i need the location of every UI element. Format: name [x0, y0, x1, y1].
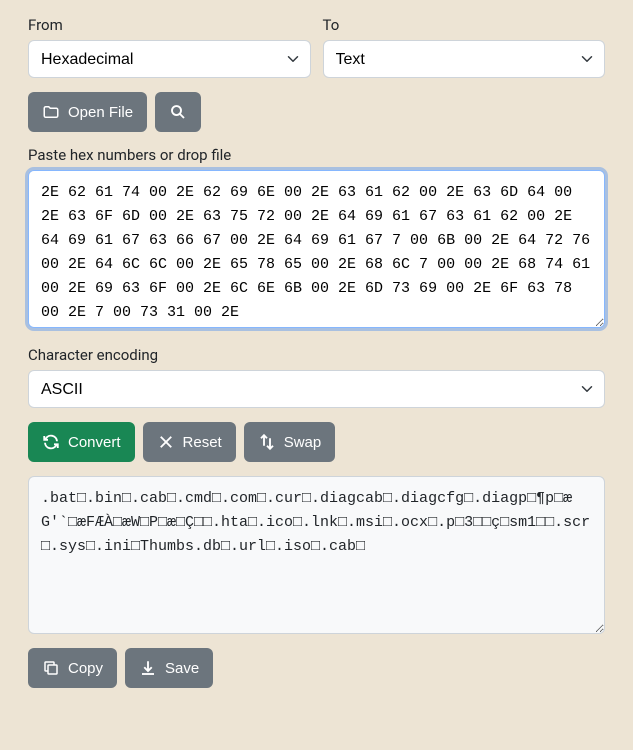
- swap-label: Swap: [284, 434, 322, 451]
- encoding-select[interactable]: ASCII: [28, 370, 605, 408]
- refresh-icon: [42, 433, 60, 451]
- from-select[interactable]: Hexadecimal: [28, 40, 311, 78]
- open-file-label: Open File: [68, 104, 133, 121]
- folder-icon: [42, 103, 60, 121]
- search-button[interactable]: [155, 92, 201, 132]
- search-icon: [169, 103, 187, 121]
- save-label: Save: [165, 660, 199, 677]
- convert-label: Convert: [68, 434, 121, 451]
- swap-button[interactable]: Swap: [244, 422, 336, 462]
- copy-icon: [42, 659, 60, 677]
- reset-label: Reset: [183, 434, 222, 451]
- save-button[interactable]: Save: [125, 648, 213, 688]
- to-select[interactable]: Text: [323, 40, 606, 78]
- from-label: From: [28, 16, 311, 34]
- output-area: .bat□.bin□.cab□.cmd□.com□.cur□.diagcab□.…: [28, 476, 605, 634]
- to-label: To: [323, 16, 606, 34]
- hex-input[interactable]: [28, 170, 605, 328]
- open-file-button[interactable]: Open File: [28, 92, 147, 132]
- download-icon: [139, 659, 157, 677]
- close-icon: [157, 433, 175, 451]
- input-label: Paste hex numbers or drop file: [28, 146, 605, 164]
- copy-label: Copy: [68, 660, 103, 677]
- convert-button[interactable]: Convert: [28, 422, 135, 462]
- copy-button[interactable]: Copy: [28, 648, 117, 688]
- reset-button[interactable]: Reset: [143, 422, 236, 462]
- encoding-label: Character encoding: [28, 346, 605, 364]
- swap-icon: [258, 433, 276, 451]
